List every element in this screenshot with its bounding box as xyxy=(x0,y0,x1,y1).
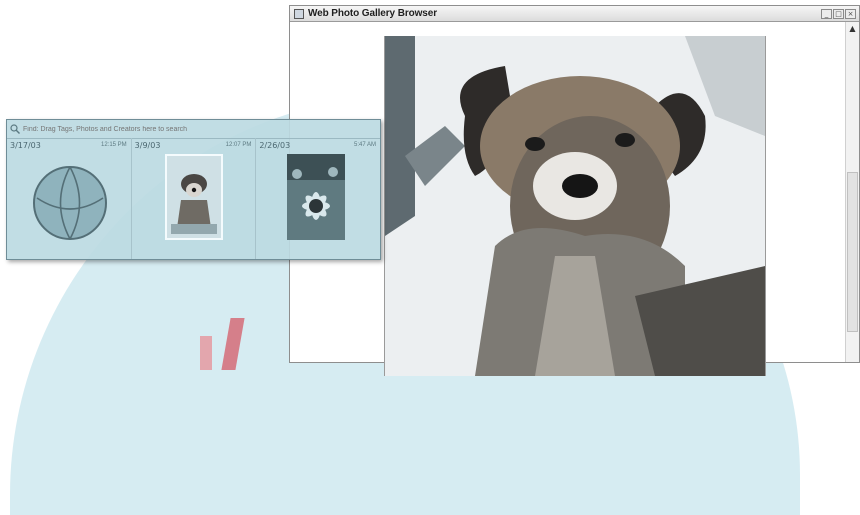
sunflower-thumbnail[interactable] xyxy=(287,154,346,240)
close-icon[interactable]: × xyxy=(845,8,856,19)
basketball-thumbnail[interactable] xyxy=(29,160,111,242)
thumbnail-cell[interactable]: 3/17/03 12:15 PM xyxy=(7,138,132,259)
dog-photo xyxy=(385,36,765,376)
thumbnail-date: 3/17/03 xyxy=(10,141,41,150)
window-controls: _ □ × xyxy=(821,8,856,19)
thumbnail-time: 12:07 PM xyxy=(225,142,252,148)
dog-thumbnail[interactable] xyxy=(164,154,223,240)
dog-thumbnail-image xyxy=(166,156,221,238)
thumbnail-cell[interactable]: 2/26/03 5:47 AM xyxy=(256,138,380,259)
main-photo[interactable] xyxy=(384,36,766,376)
thumbnail-time: 12:15 PM xyxy=(100,142,127,148)
vertical-scrollbar[interactable]: ▲ xyxy=(845,22,859,362)
window-title: Web Photo Gallery Browser xyxy=(308,8,438,19)
thumbnail-strip: 3/17/03 12:15 PM 3/9/03 12:07 PM 2/26/03… xyxy=(7,138,380,259)
search-icon xyxy=(10,124,20,134)
thumbnail-date: 3/9/03 xyxy=(134,141,161,150)
decorative-red-mark xyxy=(200,310,255,370)
search-input[interactable] xyxy=(23,125,323,133)
thumbnail-cell[interactable]: 3/9/03 12:07 PM xyxy=(132,138,257,259)
search-panel: 3/17/03 12:15 PM 3/9/03 12:07 PM xyxy=(6,119,381,260)
app-icon xyxy=(294,8,304,19)
scroll-thumb[interactable] xyxy=(847,172,858,332)
thumbnail-time: 5:47 AM xyxy=(354,142,377,148)
maximize-icon[interactable]: □ xyxy=(833,8,844,19)
scroll-up-arrow-icon[interactable]: ▲ xyxy=(846,22,859,36)
thumbnail-date: 2/26/03 xyxy=(259,141,291,150)
title-bar[interactable]: Web Photo Gallery Browser _ □ × xyxy=(290,6,859,22)
search-row xyxy=(7,120,380,139)
minimize-icon[interactable]: _ xyxy=(821,8,832,19)
